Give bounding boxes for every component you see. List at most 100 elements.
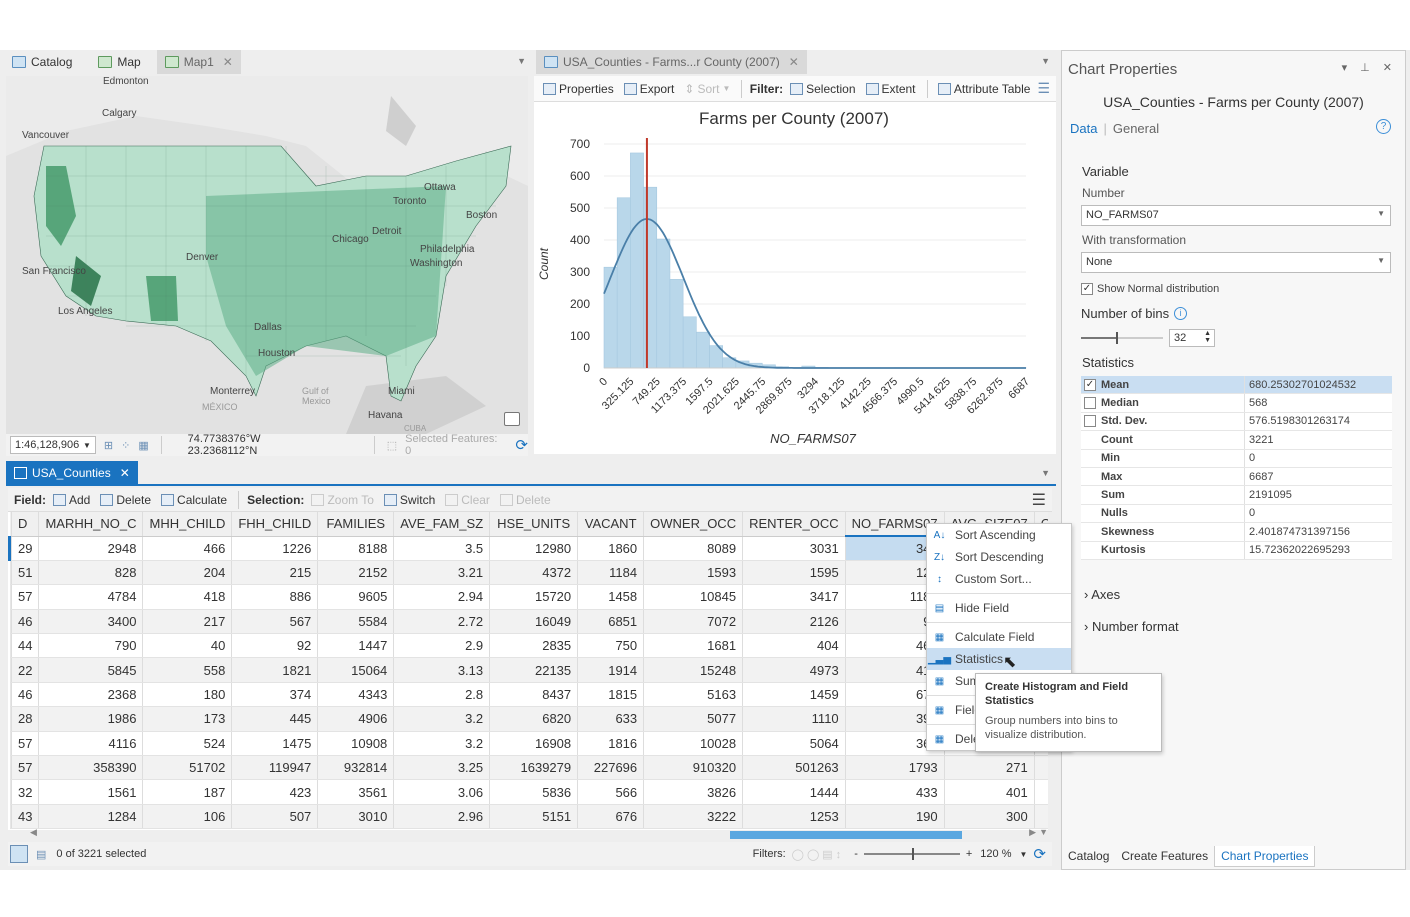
table-cell[interactable]: 790 — [38, 633, 144, 659]
table-cell[interactable]: 1860 — [577, 536, 645, 561]
table-cell[interactable]: 1639279 — [489, 755, 579, 781]
table-cell[interactable]: 1459 — [742, 682, 846, 708]
chevron-down-icon[interactable]: ▼ — [1041, 56, 1050, 66]
table-cell[interactable]: 6851 — [577, 609, 645, 635]
column-header[interactable]: AVE_FAM_SZ — [393, 512, 491, 537]
horizontal-scrollbar[interactable]: ◀ ▶ ▼ — [8, 827, 1048, 840]
table-cell[interactable]: 2.96 — [393, 804, 491, 830]
column-header[interactable]: RENTER_OCC — [742, 512, 846, 537]
table-cell[interactable]: 750 — [577, 633, 645, 659]
calculate-button[interactable]: Calculate — [158, 491, 230, 509]
table-cell[interactable]: 828 — [38, 560, 144, 586]
table-row[interactable]: 46236818037443432.88437181551631459676 — [9, 682, 1048, 708]
zoom-in-button[interactable]: + — [966, 848, 972, 860]
menu-item-sort-descending[interactable]: Z↓ Sort Descending — [927, 546, 1071, 568]
snapping-icon[interactable]: ⁘ — [121, 439, 130, 452]
table-cell[interactable]: 8089 — [643, 536, 744, 561]
table-cell[interactable]: 358390 — [38, 755, 144, 781]
table-cell[interactable]: 57 — [11, 584, 40, 610]
table-cell[interactable]: 43 — [11, 804, 40, 830]
table-cell[interactable]: 374 — [231, 682, 319, 708]
table-cell[interactable]: 1816 — [577, 731, 645, 757]
export-button[interactable]: Export — [621, 80, 678, 98]
table-cell[interactable]: 12980 — [489, 536, 579, 561]
table-cell[interactable]: 466 — [142, 536, 233, 561]
stat-checkbox[interactable] — [1084, 415, 1096, 428]
table-cell[interactable]: 5151 — [489, 804, 579, 830]
histogram-bar[interactable] — [656, 238, 671, 369]
add-field-button[interactable]: Add — [50, 491, 93, 509]
table-cell[interactable]: 119947 — [231, 755, 319, 781]
table-cell[interactable]: 3.5 — [393, 536, 491, 561]
table-cell[interactable]: 5845 — [38, 657, 144, 683]
table-cell[interactable]: 2152 — [317, 560, 395, 586]
table-row[interactable]: 32 1561 187 423 3561 3.06 5836 566 3826 1444 433 40… — [9, 779, 1048, 805]
layer-list-icon[interactable] — [504, 412, 520, 426]
grid-add-icon[interactable]: ⊞ — [104, 439, 113, 452]
histogram-bar[interactable] — [643, 186, 658, 369]
tab-map1[interactable]: Map1 ✕ — [156, 50, 241, 74]
table-cell[interactable]: 57 — [11, 731, 40, 757]
table-cell[interactable]: 6820 — [489, 706, 579, 732]
filter-icons[interactable]: ◯◯▤↕ — [792, 848, 845, 861]
histogram-bar[interactable] — [630, 152, 644, 369]
table-icon[interactable]: ▦ — [138, 439, 148, 452]
stat-row[interactable]: Min 0 — [1081, 449, 1392, 468]
table-cell[interactable]: 566 — [577, 779, 645, 805]
zoom-level[interactable]: 120 % — [980, 848, 1011, 860]
table-cell[interactable]: 16908 — [489, 731, 579, 757]
bins-slider-handle[interactable] — [1116, 332, 1118, 344]
table-cell[interactable]: 57 — [11, 755, 40, 781]
table-cell[interactable]: 567 — [231, 609, 319, 635]
table-cell[interactable]: 1447 — [317, 633, 395, 659]
delete-field-button[interactable]: Delete — [97, 491, 154, 509]
table-cell[interactable]: 1444 — [742, 779, 846, 805]
axes-expander[interactable]: › Axes — [1084, 587, 1120, 602]
stat-checkbox[interactable] — [1084, 397, 1096, 410]
table-cell[interactable]: 204 — [142, 560, 233, 586]
table-cell[interactable]: 1253 — [742, 804, 846, 830]
chevron-down-icon[interactable]: ▼ — [517, 56, 526, 66]
table-cell[interactable]: 15064 — [317, 657, 395, 683]
table-cell[interactable]: 423 — [231, 779, 319, 805]
table-cell[interactable]: 3.13 — [393, 657, 491, 683]
table-cell[interactable]: 1593 — [643, 560, 744, 586]
table-cell[interactable]: 10845 — [643, 584, 744, 610]
table-cell[interactable]: 22 — [11, 657, 40, 683]
show-normal-checkbox[interactable]: ✓ — [1081, 283, 1093, 295]
table-row[interactable]: 46340021756755842.721604968517072212699 — [9, 609, 1048, 635]
table-cell[interactable]: 2835 — [489, 633, 579, 659]
table-cell[interactable]: 44 — [11, 633, 40, 659]
menu-item-hide-field[interactable]: ▤ Hide Field — [927, 597, 1071, 619]
properties-button[interactable]: Properties — [540, 80, 617, 98]
menu-item-calculate-field[interactable]: ▦ Calculate Field — [927, 626, 1071, 648]
table-cell[interactable]: 92 — [231, 633, 319, 659]
table-cell[interactable]: 28 — [11, 706, 40, 732]
scroll-left-icon[interactable]: ◀ — [30, 827, 37, 838]
column-header[interactable]: MHH_CHILD — [142, 512, 233, 537]
table-cell[interactable]: 910320 — [643, 755, 744, 781]
table-cell[interactable]: 524 — [142, 731, 233, 757]
table-cell[interactable]: 22135 — [489, 657, 579, 683]
stat-row[interactable]: ✓ Mean 680.25302701024532 — [1081, 376, 1392, 395]
number-field-select[interactable]: NO_FARMS07 ▼ — [1081, 205, 1391, 226]
zoom-slider-handle[interactable] — [911, 848, 914, 860]
scroll-right-icon[interactable]: ▶ — [1029, 827, 1036, 838]
table-cell[interactable]: 16049 — [489, 609, 579, 635]
table-cell[interactable]: 1458 — [577, 584, 645, 610]
table-cell[interactable]: 1815 — [577, 682, 645, 708]
scrollbar-thumb[interactable] — [730, 831, 962, 839]
table-cell[interactable]: 5163 — [643, 682, 744, 708]
stat-row[interactable]: Median 568 — [1081, 394, 1392, 413]
tab-general[interactable]: General — [1113, 121, 1159, 136]
table-cell[interactable]: 445 — [231, 706, 319, 732]
table-cell[interactable]: 1914 — [577, 657, 645, 683]
table-cell[interactable]: 3.06 — [393, 779, 491, 805]
table-cell[interactable]: 1561 — [38, 779, 144, 805]
table-cell[interactable]: 5077 — [643, 706, 744, 732]
table-cell[interactable]: 2368 — [38, 682, 144, 708]
table-cell[interactable]: 1184 — [577, 560, 645, 586]
zoom-slider[interactable] — [863, 848, 960, 860]
table-cell[interactable]: 4343 — [317, 682, 395, 708]
tab-data[interactable]: Data — [1070, 121, 1097, 136]
